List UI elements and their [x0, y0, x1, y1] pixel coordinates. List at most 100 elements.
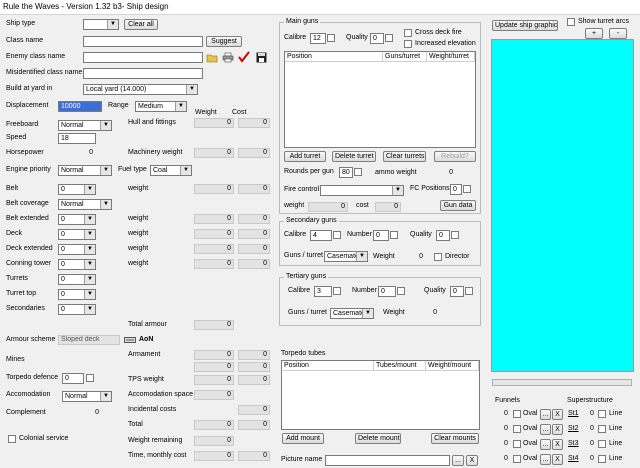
line-checkbox[interactable]	[598, 455, 606, 463]
clear-picture-button[interactable]: X	[466, 455, 478, 466]
colonial-service-checkbox[interactable]	[8, 435, 16, 443]
belt-extended-select[interactable]: 0 ▼	[58, 214, 96, 225]
funnel-remove-button[interactable]: X	[552, 439, 563, 450]
deck-select[interactable]: 0 ▼	[58, 229, 96, 240]
delete-mount-button[interactable]: Delete mount	[355, 433, 401, 444]
accomodation-select[interactable]: Normal ▼	[62, 391, 112, 402]
update-ship-graphic-button[interactable]: Update ship graphic	[492, 20, 558, 31]
cable-icon[interactable]	[124, 336, 136, 344]
clear-mounts-button[interactable]: Clear mounts	[431, 433, 479, 444]
fire-control-select[interactable]: ▼	[320, 185, 404, 196]
secondary-number-spin[interactable]	[390, 231, 398, 239]
deck-extended-select[interactable]: 0 ▼	[58, 244, 96, 255]
funnel-dots-button[interactable]: ...	[540, 424, 551, 435]
torpedo-defence-spin[interactable]	[86, 374, 94, 382]
secondary-quality-input[interactable]: 0	[436, 230, 450, 241]
funnel-remove-button[interactable]: X	[552, 424, 563, 435]
oval-checkbox[interactable]	[513, 410, 521, 418]
tertiary-guns-turret-select[interactable]: Casemate ▼	[330, 308, 374, 319]
freeboard-select[interactable]: Normal ▼	[58, 120, 112, 131]
ship-graphic-canvas[interactable]	[491, 39, 634, 372]
range-select[interactable]: Medium ▼	[135, 101, 187, 112]
misidentified-input[interactable]	[83, 68, 203, 79]
rebuild-button[interactable]: Rebuild?	[434, 151, 476, 162]
tertiary-number-spin[interactable]	[397, 287, 405, 295]
picture-name-input[interactable]	[325, 455, 450, 466]
director-checkbox[interactable]	[434, 253, 442, 261]
zoom-in-button[interactable]: +	[585, 28, 603, 39]
build-at-select[interactable]: Local yard (14.000) ▼	[83, 84, 198, 95]
funnel-dots-button[interactable]: ...	[540, 454, 551, 465]
line-checkbox[interactable]	[598, 410, 606, 418]
main-guns-list[interactable]: Position Guns/turret Weight/turret	[284, 51, 476, 148]
clear-all-button[interactable]: Clear all	[124, 19, 158, 30]
belt-coverage-select[interactable]: Normal ▼	[58, 199, 112, 210]
main-calibre-spin[interactable]	[327, 34, 335, 42]
secondaries-select[interactable]: 0 ▼	[58, 304, 96, 315]
open-folder-icon[interactable]	[206, 52, 218, 63]
secondary-guns-turret-select[interactable]: Casemate ▼	[324, 251, 368, 262]
turret-top-select[interactable]: 0 ▼	[58, 289, 96, 300]
main-quality-input[interactable]: 0	[370, 33, 384, 44]
clear-turrets-button[interactable]: Clear turrets	[383, 151, 426, 162]
torpedo-defence-input[interactable]: 0	[62, 373, 84, 384]
zoom-out-button[interactable]: -	[609, 28, 627, 39]
show-turret-arcs-checkbox[interactable]	[567, 18, 575, 26]
torpedo-col-position[interactable]: Position	[282, 361, 374, 371]
class-name-input[interactable]	[83, 36, 203, 47]
enemy-class-name-input[interactable]	[83, 52, 203, 63]
col-guns-turret[interactable]: Guns/turret	[383, 52, 427, 62]
superstructure-link[interactable]: St4	[568, 454, 579, 464]
increased-elevation-checkbox[interactable]	[404, 40, 412, 48]
conning-tower-select[interactable]: 0 ▼	[58, 259, 96, 270]
speed-input[interactable]: 18	[58, 133, 96, 144]
torpedo-col-weight[interactable]: Weight/mount	[426, 361, 479, 371]
main-calibre-input[interactable]: 12	[310, 33, 326, 44]
gun-data-button[interactable]: Gun data	[440, 200, 476, 211]
line-checkbox[interactable]	[598, 440, 606, 448]
add-mount-button[interactable]: Add mount	[282, 433, 324, 444]
funnel-dots-button[interactable]: ...	[540, 409, 551, 420]
secondary-number-input[interactable]: 0	[373, 230, 389, 241]
superstructure-link[interactable]: St2	[568, 424, 579, 434]
rounds-spin[interactable]	[354, 168, 362, 176]
tertiary-calibre-input[interactable]: 3	[314, 286, 332, 297]
line-checkbox[interactable]	[598, 425, 606, 433]
tertiary-calibre-spin[interactable]	[333, 287, 341, 295]
fuel-type-select[interactable]: Coal ▼	[150, 165, 192, 176]
secondary-calibre-spin[interactable]	[333, 231, 341, 239]
tertiary-quality-spin[interactable]	[465, 287, 473, 295]
suggest-button[interactable]: Suggest	[206, 36, 242, 47]
delete-turret-button[interactable]: Delete turret	[332, 151, 376, 162]
fc-positions-spin[interactable]	[463, 185, 471, 193]
browse-picture-button[interactable]: ...	[452, 455, 464, 466]
funnel-dots-button[interactable]: ...	[540, 439, 551, 450]
cross-deck-checkbox[interactable]	[404, 29, 412, 37]
tertiary-quality-input[interactable]: 0	[450, 286, 464, 297]
print-icon[interactable]	[222, 52, 234, 63]
superstructure-link[interactable]: St3	[568, 439, 579, 449]
engine-priority-select[interactable]: Normal ▼	[58, 165, 112, 176]
rounds-input[interactable]: 80	[339, 167, 353, 178]
turrets-select[interactable]: 0 ▼	[58, 274, 96, 285]
ship-type-select[interactable]: ▼	[83, 19, 119, 30]
secondary-calibre-input[interactable]: 4	[310, 230, 332, 241]
oval-checkbox[interactable]	[513, 440, 521, 448]
funnel-remove-button[interactable]: X	[552, 454, 563, 465]
graphic-scrollbar[interactable]	[492, 379, 632, 386]
oval-checkbox[interactable]	[513, 455, 521, 463]
col-weight-turret[interactable]: Weight/turret	[427, 52, 475, 62]
main-quality-spin[interactable]	[385, 34, 393, 42]
funnel-remove-button[interactable]: X	[552, 409, 563, 420]
superstructure-link[interactable]: St1	[568, 409, 579, 419]
col-position[interactable]: Position	[285, 52, 383, 62]
secondary-quality-spin[interactable]	[451, 231, 459, 239]
checkmark-icon[interactable]	[238, 51, 250, 63]
tertiary-number-input[interactable]: 0	[378, 286, 396, 297]
belt-select[interactable]: 0 ▼	[58, 184, 96, 195]
add-turret-button[interactable]: Add turret	[284, 151, 326, 162]
displacement-input[interactable]: 10000	[58, 101, 102, 112]
fc-positions-input[interactable]: 0	[450, 184, 462, 195]
oval-checkbox[interactable]	[513, 425, 521, 433]
torpedo-tubes-list[interactable]: Position Tubes/mount Weight/mount	[281, 360, 480, 430]
